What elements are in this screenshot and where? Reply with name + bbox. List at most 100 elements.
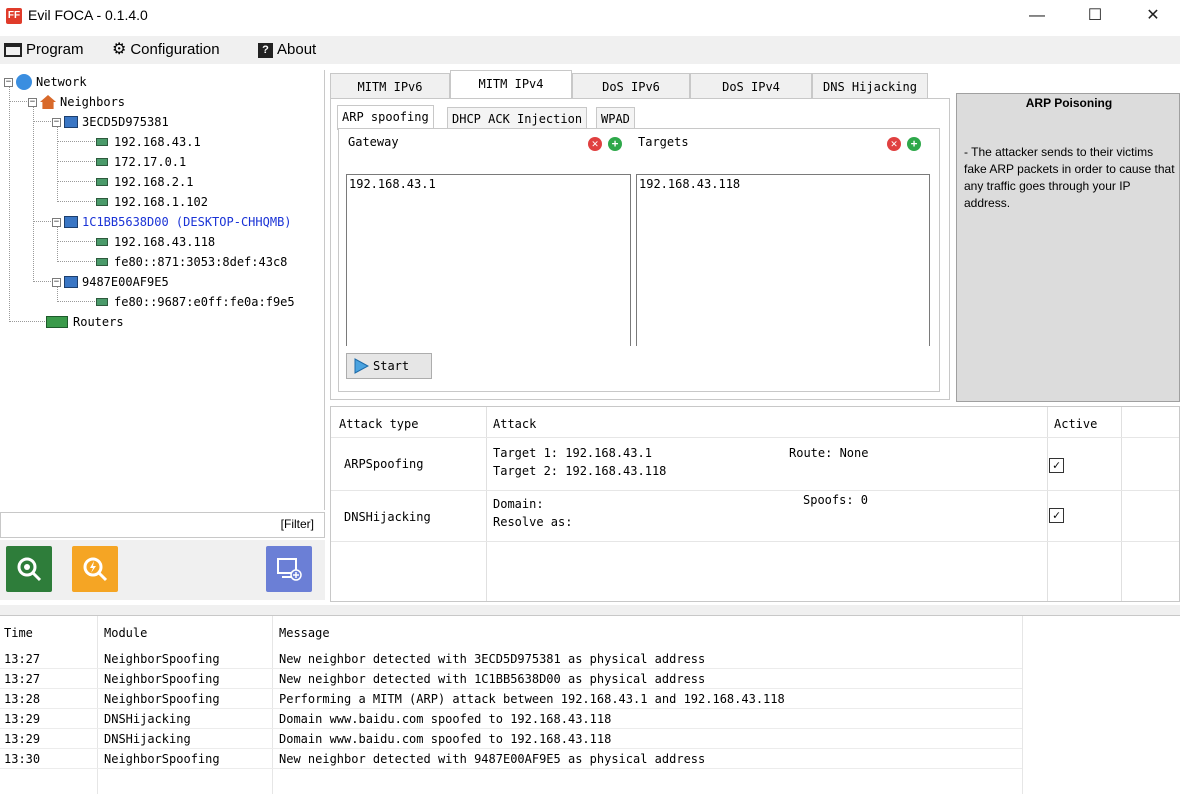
log-row[interactable]: 13:30 NeighborSpoofing New neighbor dete… [0, 749, 1022, 769]
tab-dos-ipv6[interactable]: DoS IPv6 [572, 73, 690, 99]
network-card-icon [96, 138, 108, 146]
close-button[interactable]: ✕ [1130, 0, 1176, 32]
tab-mitm-ipv4[interactable]: MITM IPv4 [450, 70, 572, 100]
log-module: DNSHijacking [104, 732, 191, 746]
help-icon: ? [258, 42, 273, 58]
log-time: 13:30 [4, 752, 41, 766]
menu-configuration[interactable]: ⚙ Configuration [112, 36, 220, 64]
active-checkbox[interactable]: ✓ [1049, 508, 1064, 523]
log-row[interactable]: 13:27 NeighborSpoofing New neighbor dete… [0, 669, 1022, 689]
subtab-wpad[interactable]: WPAD [596, 107, 635, 129]
collapse-icon[interactable]: − [28, 97, 37, 107]
filter-bar[interactable]: [Filter] [0, 512, 325, 538]
collapse-icon[interactable]: − [52, 117, 61, 127]
log-module: NeighborSpoofing [104, 652, 220, 666]
filter-label[interactable]: [Filter] [281, 517, 314, 531]
targets-list-item[interactable]: 192.168.43.118 [639, 177, 927, 191]
log-time: 13:28 [4, 692, 41, 706]
tree-ip[interactable]: 192.168.43.1 [96, 132, 201, 152]
table-row[interactable]: DNSHijacking Domain: Resolve as: Spoofs:… [331, 491, 1179, 541]
log-module: NeighborSpoofing [104, 672, 220, 686]
tab-dns-hijacking[interactable]: DNS Hijacking [812, 73, 928, 99]
log-table: Time Module Message 13:27 NeighborSpoofi… [0, 615, 1180, 794]
log-message: New neighbor detected with 9487E00AF9E5 … [279, 752, 706, 766]
network-card-icon [96, 158, 108, 166]
remove-target-button[interactable]: ✕ [887, 137, 901, 151]
header-time: Time [4, 626, 33, 640]
attack-line1: Target 1: 192.168.43.1 [493, 446, 652, 460]
tree-device[interactable]: − 9487E00AF9E5 [52, 272, 169, 292]
network-card-icon [96, 258, 108, 266]
network-card-icon [96, 198, 108, 206]
log-message: New neighbor detected with 3ECD5D975381 … [279, 652, 706, 666]
menu-configuration-label: Configuration [130, 41, 220, 58]
info-description: - The attacker sends to their victims fa… [964, 145, 1175, 210]
scan-button[interactable] [6, 546, 52, 592]
network-card-icon [96, 238, 108, 246]
log-module: NeighborSpoofing [104, 752, 220, 766]
log-row[interactable]: 13:28 NeighborSpoofing Performing a MITM… [0, 689, 1022, 709]
active-checkbox[interactable]: ✓ [1049, 458, 1064, 473]
tree-network-label: Network [36, 75, 87, 89]
log-message: Performing a MITM (ARP) attack between 1… [279, 692, 785, 706]
subtab-dhcp-ack-injection[interactable]: DHCP ACK Injection [447, 107, 588, 129]
log-row[interactable]: 13:29 DNSHijacking Domain www.baidu.com … [0, 729, 1022, 749]
tree-routers[interactable]: Routers [46, 312, 124, 332]
house-icon [40, 95, 56, 109]
add-gateway-button[interactable]: + [608, 137, 622, 151]
tree-toolbar [0, 540, 325, 600]
window-icon [4, 43, 22, 57]
log-time: 13:27 [4, 672, 41, 686]
tree-ip[interactable]: fe80::9687:e0ff:fe0a:f9e5 [96, 292, 295, 312]
log-time: 13:29 [4, 712, 41, 726]
header-active: Active [1054, 417, 1098, 431]
gateway-list-item[interactable]: 192.168.43.1 [349, 177, 628, 191]
tab-dos-ipv4[interactable]: DoS IPv4 [690, 73, 812, 99]
device-mac: 1C1BB5638D00 (DESKTOP-CHHQMB) [82, 215, 292, 229]
collapse-icon[interactable]: − [4, 77, 13, 87]
add-target-button[interactable]: + [907, 137, 921, 151]
tree-ip[interactable]: 192.168.2.1 [96, 172, 193, 192]
header-module: Module [104, 626, 148, 640]
menu-about[interactable]: ? About [258, 36, 316, 64]
tree-routers-label: Routers [73, 315, 124, 329]
targets-list[interactable]: 192.168.43.118 [636, 174, 930, 346]
start-button[interactable]: Start [346, 353, 432, 379]
computer-icon [64, 276, 78, 288]
tree-ip[interactable]: 192.168.1.102 [96, 192, 208, 212]
collapse-icon[interactable]: − [52, 277, 61, 287]
maximize-button[interactable]: ☐ [1072, 0, 1118, 32]
ip-label: 192.168.1.102 [114, 195, 208, 209]
add-device-button[interactable] [266, 546, 312, 592]
log-row[interactable]: 13:29 DNSHijacking Domain www.baidu.com … [0, 709, 1022, 729]
collapse-icon[interactable]: − [52, 217, 61, 227]
network-card-icon [96, 298, 108, 306]
remove-gateway-button[interactable]: ✕ [588, 137, 602, 151]
minimize-button[interactable]: — [1014, 0, 1060, 32]
gateway-list[interactable]: 192.168.43.1 [346, 174, 631, 346]
splitter[interactable] [0, 605, 1180, 615]
table-row[interactable]: ARPSpoofing Target 1: 192.168.43.1 Targe… [331, 438, 1179, 490]
computer-icon [64, 116, 78, 128]
targets-label: Targets [638, 135, 689, 149]
log-row[interactable]: 13:27 NeighborSpoofing New neighbor dete… [0, 649, 1022, 669]
ip-label: 192.168.43.1 [114, 135, 201, 149]
menu-program[interactable]: Program [4, 36, 84, 64]
tree-device-selected[interactable]: − 1C1BB5638D00 (DESKTOP-CHHQMB) [52, 212, 292, 232]
tree-ip[interactable]: fe80::871:3053:8def:43c8 [96, 252, 287, 272]
ip-label: fe80::871:3053:8def:43c8 [114, 255, 288, 269]
tab-mitm-ipv6[interactable]: MITM IPv6 [330, 73, 450, 99]
tree-neighbors[interactable]: − Neighbors [28, 92, 125, 112]
menu-program-label: Program [26, 41, 84, 58]
tree-ip[interactable]: 172.17.0.1 [96, 152, 186, 172]
ip-label: 192.168.43.118 [114, 235, 216, 249]
tree-device[interactable]: − 3ECD5D975381 [52, 112, 169, 132]
router-icon [46, 316, 68, 328]
active-scan-button[interactable] [72, 546, 118, 592]
tree-network[interactable]: − Network [4, 72, 87, 92]
tree-ip[interactable]: 192.168.43.118 [96, 232, 215, 252]
subtab-arp-spoofing[interactable]: ARP spoofing [337, 105, 434, 130]
magnifier-icon [17, 557, 42, 582]
gateway-label: Gateway [348, 135, 399, 149]
window-title: Evil FOCA - 0.1.4.0 [28, 7, 148, 23]
